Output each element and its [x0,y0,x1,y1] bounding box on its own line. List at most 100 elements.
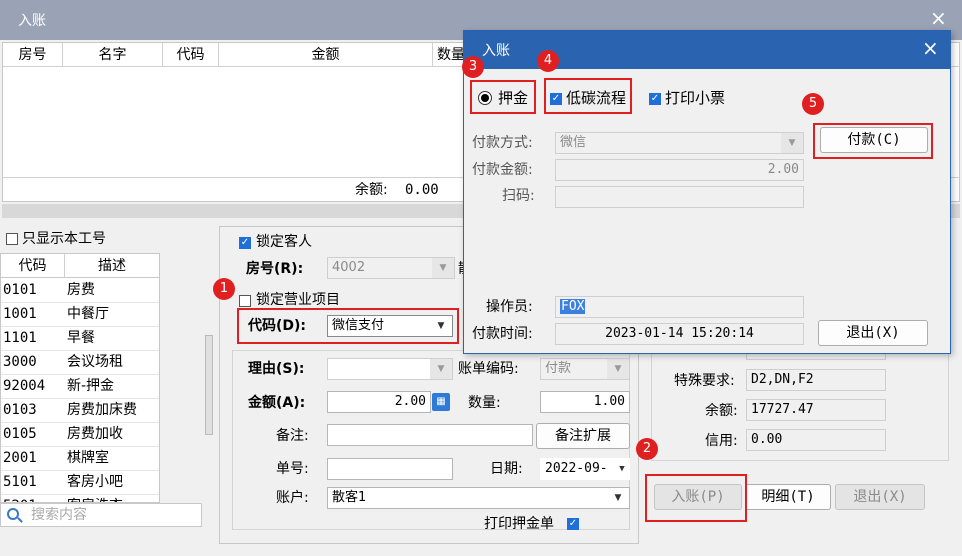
list-item[interactable]: 0101 房费 [1,279,159,303]
code-select[interactable]: 微信支付 ▼ [327,315,453,337]
deposit-radio[interactable] [478,91,492,105]
chevron-down-icon: ▼ [430,359,452,379]
pay-method-label: 付款方式: [472,135,533,151]
search-input[interactable]: 搜索内容 [31,505,87,525]
list-item[interactable]: 1101 早餐 [1,327,159,351]
main-exit-button[interactable]: 退出(X) [835,484,925,510]
col-amount[interactable]: 金额 [219,43,433,67]
operator-input[interactable]: FOX [555,296,804,318]
main-title: 入账 [18,13,46,29]
item-code: 1101 [3,330,37,346]
order-input[interactable] [327,458,453,480]
vertical-splitter[interactable] [205,335,213,435]
bill-code-select[interactable]: 付款 ▼ [540,358,630,380]
operator-value: FOX [560,299,586,314]
annotation-badge-4: 4 [537,50,559,72]
detail-button[interactable]: 明细(T) [745,484,831,510]
pay-method-value: 微信 [560,135,587,150]
dialog-title: 入账 [482,43,510,59]
account-label: 账户: [276,490,309,506]
chevron-down-icon: ▼ [607,359,629,379]
item-code: 1001 [3,306,37,322]
annotation-badge-3: 3 [462,56,484,78]
special-value: D2,DN,F2 [746,369,886,391]
list-item[interactable]: 0105 房费加收 [1,423,159,447]
col-code[interactable]: 代码 [163,43,219,67]
chevron-down-icon: ▼ [619,464,625,474]
calculator-icon[interactable]: ▦ [432,393,450,411]
reason-select[interactable]: ▼ [327,358,453,380]
chevron-down-icon: ▼ [432,258,454,278]
print-receipt-checkbox[interactable]: ✓ [649,93,661,105]
pay-amount-label: 付款金额: [472,162,533,178]
search-box[interactable]: 搜索内容 [0,503,202,527]
main-close-icon[interactable]: × [930,8,947,28]
print-deposit-checkbox[interactable]: ✓ [567,518,579,530]
pay-time-value: 2023-01-14 15:20:14 [605,326,754,341]
remark-ext-button[interactable]: 备注扩展 [536,423,630,449]
item-col-desc[interactable]: 描述 [65,254,159,278]
date-value: 2022-09- [545,461,608,476]
annotation-badge-5: 5 [802,93,824,115]
item-code: 5201 [3,495,63,502]
item-list[interactable]: 代码 描述 0101 房费 1001 中餐厅 1101 早餐 3000 会议场租 920… [0,253,160,503]
list-item[interactable]: 3000 会议场租 [1,351,159,375]
qty-label: 数量: [468,395,501,411]
lock-guest-checkbox[interactable]: ✓ [239,237,251,249]
col-room[interactable]: 房号 [3,43,63,67]
pay-amount-value: 2.00 [767,162,799,177]
pay-button[interactable]: 付款(C) [820,127,928,153]
print-deposit-label: 打印押金单 [484,516,554,532]
special-text: D2,DN,F2 [751,372,814,387]
pay-method-select[interactable]: 微信 ▼ [555,132,804,154]
show-own-checkbox[interactable] [6,233,18,245]
pay-amount-input[interactable]: 2.00 [555,159,804,181]
remark-input[interactable] [327,424,533,446]
code-value: 微信支付 [332,318,385,333]
bill-code-label: 账单编码: [458,361,519,377]
deposit-label: 押金 [498,89,529,107]
item-col-code[interactable]: 代码 [1,254,65,278]
low-carbon-checkbox[interactable]: ✓ [550,93,562,105]
amount-input[interactable]: 2.00 [327,391,431,413]
pay-time-label: 付款时间: [472,326,533,342]
scan-label: 扫码: [502,188,535,204]
operator-label: 操作员: [486,299,533,315]
item-desc: 棋牌室 [67,450,109,466]
chevron-down-icon: ▼ [781,133,803,153]
qty-input[interactable]: 1.00 [540,391,630,413]
col-name[interactable]: 名字 [63,43,163,67]
dialog-exit-button[interactable]: 退出(X) [818,320,928,346]
list-item[interactable]: 5101 客房小吧 [1,471,159,495]
search-icon-handle [17,517,23,523]
list-item[interactable]: 0103 房费加床费 [1,399,159,423]
list-item[interactable]: 92004 新-押金 [1,375,159,399]
list-item[interactable]: 1001 中餐厅 [1,303,159,327]
credit-label: 信用: [705,433,738,449]
item-code: 2001 [3,450,37,466]
room-select[interactable]: 4002 ▼ [327,257,455,279]
item-code: 5101 [3,474,37,490]
right-balance-value: 17727.47 [746,399,886,421]
lock-guest-label: 锁定客人 [256,234,312,250]
dialog-close-icon[interactable]: × [922,38,939,58]
chevron-down-icon: ▼ [614,493,622,503]
bill-code-value: 付款 [545,361,572,376]
show-own-label: 只显示本工号 [22,231,106,247]
list-item[interactable]: 5201 客房洗衣 [1,495,159,502]
credit-text: 0.00 [751,432,783,447]
scan-input[interactable] [555,186,804,208]
qty-value: 1.00 [593,394,625,409]
item-desc: 房费加收 [67,426,123,442]
pay-time-input[interactable]: 2023-01-14 15:20:14 [555,323,804,345]
lock-item-checkbox[interactable] [239,295,251,307]
list-item[interactable]: 2001 棋牌室 [1,447,159,471]
account-select[interactable]: 散客1 ▼ [327,487,630,509]
amount-value: 2.00 [394,394,426,409]
room-value: 4002 [332,260,366,275]
post-button[interactable]: 入账(P) [654,484,742,510]
annotation-badge-2: 2 [636,438,658,460]
item-desc: 中餐厅 [67,306,109,322]
low-carbon-label: 低碳流程 [566,89,627,107]
date-select[interactable]: 2022-09- ▼ [540,458,630,480]
